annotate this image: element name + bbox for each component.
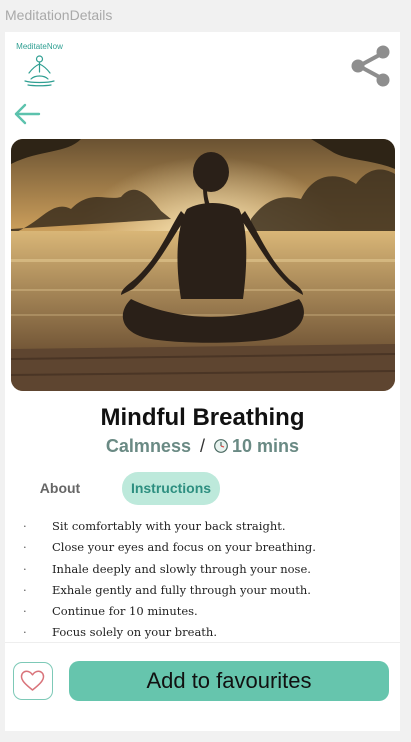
category-label: Calmness (105, 436, 191, 456)
add-to-favourites-button[interactable]: Add to favourites (69, 661, 389, 701)
meditation-meta: Calmness / 10 mins (5, 436, 400, 457)
share-icon (351, 45, 390, 87)
instruction-text: Continue for 10 minutes. (52, 604, 198, 619)
back-arrow-icon (14, 103, 41, 125)
meditation-title: Mindful Breathing (100, 404, 305, 431)
list-item: · Continue for 10 minutes. (17, 601, 316, 622)
instruction-text: Close your eyes and focus on your breath… (52, 540, 316, 555)
list-item: · Close your eyes and focus on your breat… (17, 537, 316, 558)
bullet: · (23, 561, 27, 576)
tab-instructions[interactable]: Instructions (122, 472, 220, 505)
list-item: · Focus solely on your breath. (17, 622, 316, 643)
bullet: · (23, 540, 27, 555)
bullet: · (23, 582, 27, 597)
meditation-hero-image (11, 139, 395, 391)
meditation-figure-icon (24, 55, 55, 87)
instruction-text: Sit comfortably with your back straight. (52, 519, 286, 533)
list-item: · Sit comfortably with your back straight… (17, 516, 316, 537)
bullet: · (23, 519, 27, 533)
app-logo: MeditateNow (11, 39, 68, 96)
instruction-text: Focus solely on your breath. (52, 625, 217, 640)
meditation-details-screen: MeditateNow Mindful Breathing Calmness /… (5, 32, 400, 731)
meta-separator: / (199, 436, 205, 456)
instruction-text: Inhale deeply and slowly through your no… (52, 561, 311, 576)
duration-label: 10 mins (232, 436, 300, 456)
list-item: · Exhale gently and fully through your mo… (17, 580, 316, 601)
hero-illustration (11, 139, 395, 391)
tab-about[interactable]: About (23, 472, 97, 505)
favourite-toggle-button[interactable] (13, 662, 53, 700)
bullet: · (23, 625, 27, 640)
list-item: · Inhale deeply and slowly through your n… (17, 559, 316, 580)
heart-icon (20, 670, 45, 691)
frame-label: MeditationDetails (5, 7, 113, 23)
clock-icon (214, 439, 228, 453)
back-button[interactable] (13, 102, 41, 126)
bullet: · (23, 604, 27, 619)
instruction-text: Exhale gently and fully through your mou… (52, 582, 311, 597)
instructions-list: · Sit comfortably with your back straight… (17, 516, 316, 644)
bottom-divider (5, 642, 400, 643)
share-button[interactable] (350, 44, 392, 88)
